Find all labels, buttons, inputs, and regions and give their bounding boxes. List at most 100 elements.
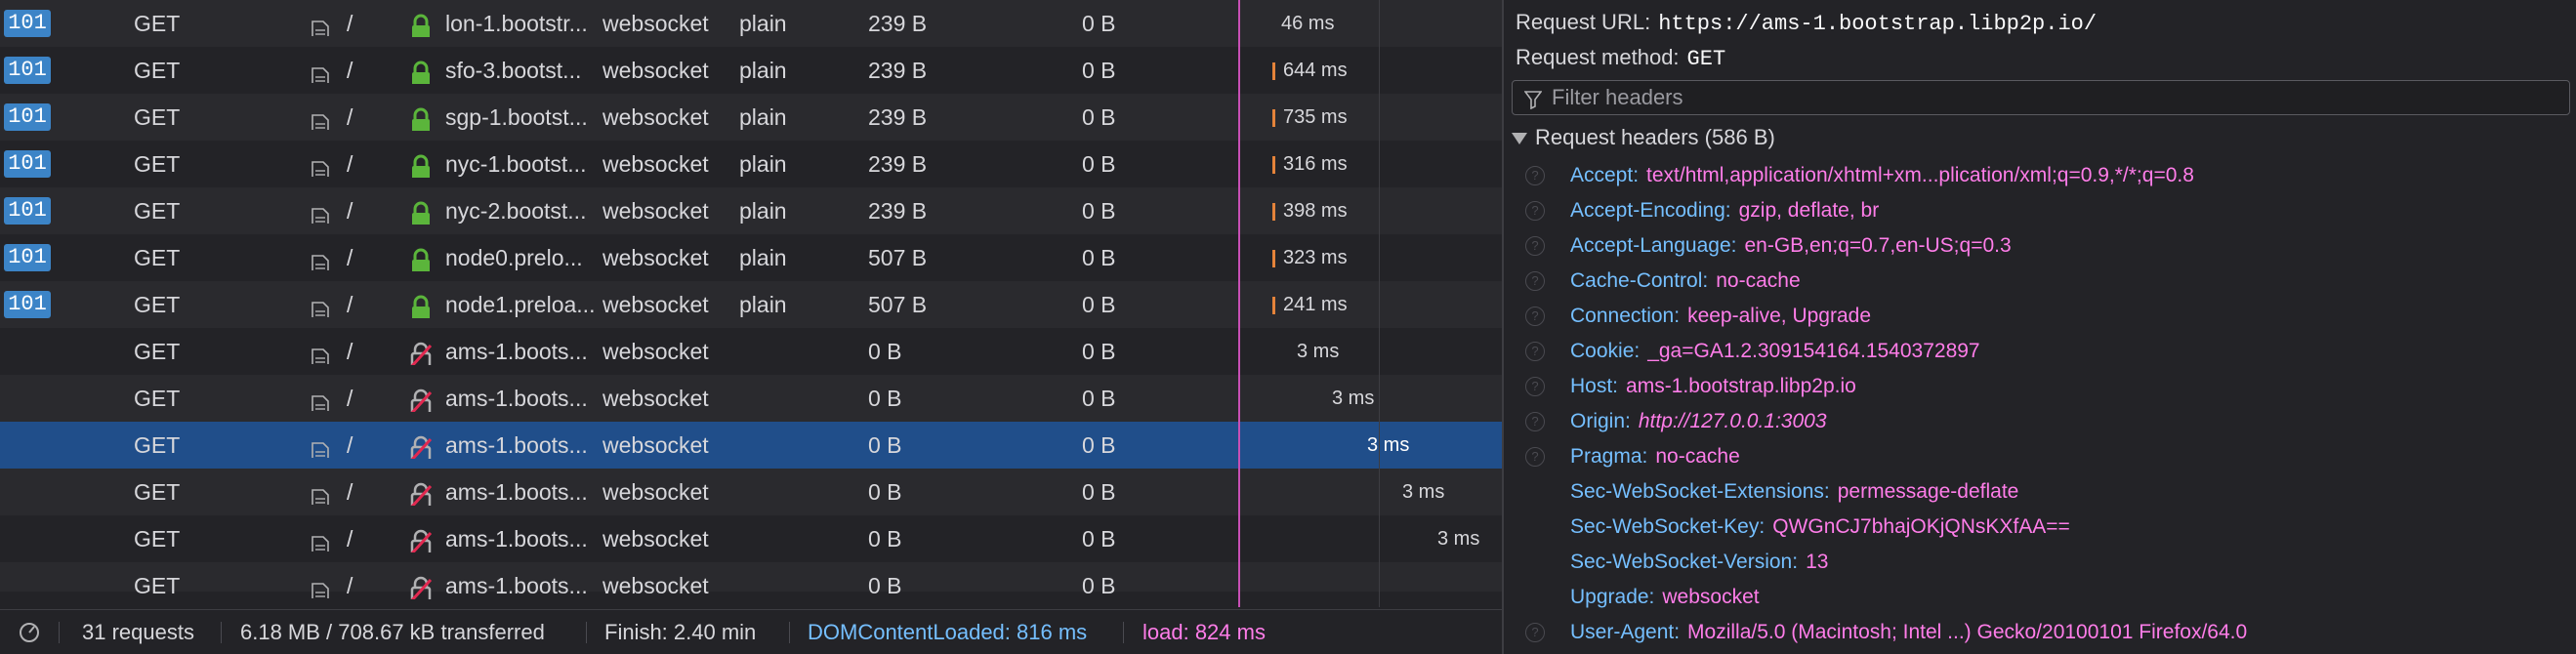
help-icon[interactable]: ?: [1525, 166, 1545, 185]
status-badge: 101: [4, 103, 51, 131]
waterfall-timing: 3 ms: [1437, 515, 1479, 562]
waterfall-bar: [1272, 108, 1275, 127]
filter-headers-box[interactable]: [1512, 80, 2570, 115]
request-header-row[interactable]: ? Accept-Language: en-GB,en;q=0.7,en-US;q=…: [1504, 228, 2576, 264]
timing-label: 735 ms: [1283, 106, 1348, 128]
waterfall-timing: 323 ms: [1272, 234, 1348, 281]
header-name-text: User-Agent:: [1570, 621, 1681, 643]
request-row[interactable]: 101 GET / node1.preloa... websocket plain 507 …: [0, 281, 1502, 328]
request-headers-section-toggle[interactable]: Request headers (586 B): [1512, 125, 1775, 150]
request-count: 31 requests: [82, 620, 194, 644]
insecure-lock-icon: [409, 478, 433, 506]
header-name: Upgrade: websocket: [1570, 580, 1760, 615]
request-header-row[interactable]: Sec-WebSocket-Key: QWGnCJ7bhajOKjQNsKXfAA…: [1504, 510, 2576, 545]
request-method-label: Request method:: [1516, 45, 1680, 69]
help-icon[interactable]: ?: [1525, 623, 1545, 642]
request-type: plain: [739, 11, 787, 36]
request-row[interactable]: GET / ams-1.boots... websocket 0 B 0 B: [0, 562, 1502, 599]
header-name-text: Cookie:: [1570, 340, 1641, 362]
request-header-row[interactable]: ? Host: ams-1.bootstrap.libp2p.io: [1504, 369, 2576, 404]
request-row[interactable]: GET / ams-1.boots... websocket 0 B 0 B 3 ms: [0, 328, 1502, 375]
request-file: /: [347, 386, 353, 411]
request-header-row[interactable]: ? Connection: keep-alive, Upgrade: [1504, 299, 2576, 334]
request-cause: websocket: [602, 104, 709, 130]
request-file: /: [347, 292, 353, 317]
timing-label: 3 ms: [1402, 481, 1445, 503]
request-header-row[interactable]: ? User-Agent: Mozilla/5.0 (Macintosh; Inte…: [1504, 615, 2576, 650]
request-header-row[interactable]: ? Cookie: _ga=GA1.2.309154164.1540372897: [1504, 334, 2576, 369]
request-size: 0 B: [1082, 573, 1116, 598]
request-file: /: [347, 479, 353, 505]
request-header-row[interactable]: ? Cache-Control: no-cache: [1504, 264, 2576, 299]
request-transferred: 0 B: [868, 479, 902, 505]
request-size: 0 B: [1082, 479, 1116, 505]
document-icon: [311, 13, 330, 36]
document-icon: [311, 153, 330, 177]
request-header-row[interactable]: ? Origin: http://127.0.0.1:3003: [1504, 404, 2576, 439]
request-row[interactable]: GET / ams-1.boots... websocket 0 B 0 B 3 ms: [0, 422, 1502, 469]
help-icon[interactable]: ?: [1525, 342, 1545, 361]
insecure-lock-icon: [409, 572, 433, 599]
header-value: no-cache: [1655, 445, 1740, 468]
request-row[interactable]: 101 GET / sgp-1.bootst... websocket plain 239 …: [0, 94, 1502, 141]
help-icon[interactable]: ?: [1525, 201, 1545, 221]
performance-icon[interactable]: [18, 610, 41, 654]
header-value: _ga=GA1.2.309154164.1540372897: [1647, 340, 1980, 362]
request-size: 0 B: [1082, 58, 1116, 83]
request-row[interactable]: GET / ams-1.boots... websocket 0 B 0 B 3 ms: [0, 469, 1502, 515]
request-domain: node1.preloa...: [445, 292, 596, 317]
request-transferred: 507 B: [868, 292, 928, 317]
request-row[interactable]: 101 GET / sfo-3.bootst... websocket plain 239 …: [0, 47, 1502, 94]
help-icon[interactable]: ?: [1525, 271, 1545, 291]
request-header-row[interactable]: ? Accept-Encoding: gzip, deflate, br: [1504, 193, 2576, 228]
request-row[interactable]: GET / ams-1.boots... websocket 0 B 0 B 3 ms: [0, 375, 1502, 422]
waterfall-timing: 3 ms: [1402, 469, 1444, 515]
filter-icon: [1523, 89, 1543, 110]
help-icon[interactable]: ?: [1525, 377, 1545, 396]
document-icon: [311, 528, 330, 552]
waterfall-timing: 644 ms: [1272, 47, 1348, 94]
request-header-row[interactable]: Upgrade: websocket: [1504, 580, 2576, 615]
secure-lock-icon: [409, 57, 433, 84]
request-method-value: GET: [1686, 47, 1726, 71]
help-icon[interactable]: ?: [1525, 236, 1545, 256]
request-row[interactable]: 101 GET / nyc-2.bootst... websocket plain 239 …: [0, 187, 1502, 234]
request-domain: ams-1.boots...: [445, 386, 588, 411]
header-name: Host: ams-1.bootstrap.libp2p.io: [1570, 369, 1856, 404]
header-value: en-GB,en;q=0.7,en-US;q=0.3: [1744, 234, 2012, 257]
request-header-row[interactable]: Sec-WebSocket-Version: 13: [1504, 545, 2576, 580]
filter-headers-input[interactable]: [1552, 83, 2557, 112]
secure-lock-icon: [409, 103, 433, 131]
request-transferred: 0 B: [868, 339, 902, 364]
request-transferred: 239 B: [868, 104, 928, 130]
request-header-row[interactable]: ? Accept: text/html,application/xhtml+xm..…: [1504, 158, 2576, 193]
header-value: keep-alive, Upgrade: [1687, 305, 1872, 327]
help-icon[interactable]: ?: [1525, 447, 1545, 467]
timing-label: 3 ms: [1367, 434, 1410, 456]
status-badge: 101: [4, 150, 51, 178]
request-file: /: [347, 245, 353, 270]
request-row[interactable]: 101 GET / lon-1.bootstr... websocket plain 239…: [0, 0, 1502, 47]
load-time: load: 824 ms: [1143, 620, 1266, 644]
request-transferred: 239 B: [868, 198, 928, 224]
request-row[interactable]: 101 GET / node0.prelo... websocket plain 507 B…: [0, 234, 1502, 281]
request-domain: ams-1.boots...: [445, 526, 588, 552]
request-cause: websocket: [602, 151, 709, 177]
divider: [789, 622, 790, 643]
request-header-row[interactable]: ? Pragma: no-cache: [1504, 439, 2576, 474]
help-icon[interactable]: ?: [1525, 412, 1545, 431]
request-method: GET: [134, 292, 181, 317]
request-size: 0 B: [1082, 104, 1116, 130]
header-name: Connection: keep-alive, Upgrade: [1570, 299, 1871, 334]
request-size: 0 B: [1082, 432, 1116, 458]
header-name: Cache-Control: no-cache: [1570, 264, 1801, 299]
header-value: 13: [1806, 551, 1829, 573]
request-method: GET: [134, 526, 181, 552]
help-icon[interactable]: ?: [1525, 307, 1545, 326]
request-cause: websocket: [602, 526, 709, 552]
request-row[interactable]: GET / ams-1.boots... websocket 0 B 0 B 3 ms: [0, 515, 1502, 562]
request-method: GET: [134, 479, 181, 505]
request-row[interactable]: 101 GET / nyc-1.bootst... websocket plain 239 …: [0, 141, 1502, 187]
document-icon: [311, 294, 330, 317]
request-header-row[interactable]: Sec-WebSocket-Extensions: permessage-defl…: [1504, 474, 2576, 510]
